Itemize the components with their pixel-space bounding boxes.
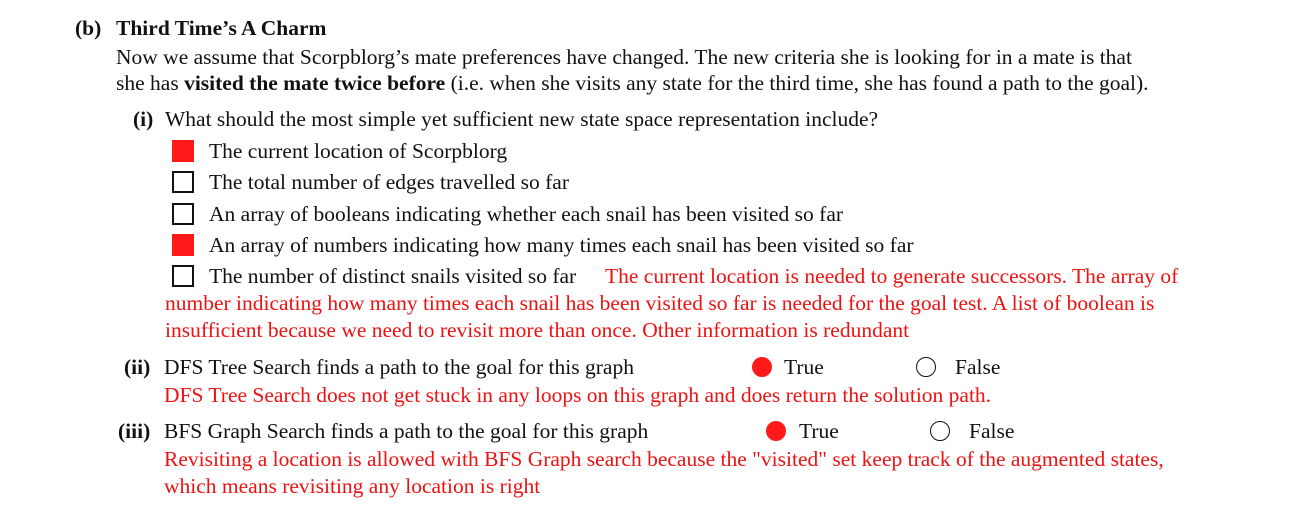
- q1-option-checkbox[interactable]: [172, 171, 194, 193]
- q2-false-radio[interactable]: [916, 357, 936, 377]
- q1-option-label: An array of booleans indicating whether …: [209, 202, 844, 226]
- q2-label: (ii): [124, 355, 151, 379]
- q1-label: (i): [133, 107, 154, 131]
- q1-question: What should the most simple yet sufficie…: [165, 107, 879, 131]
- q1-option-checkbox[interactable]: [172, 234, 194, 256]
- q2-explanation: DFS Tree Search does not get stuck in an…: [164, 383, 992, 407]
- q1-explanation-line-1: The current location is needed to genera…: [605, 264, 1179, 288]
- intro-text-pre: she has: [116, 71, 185, 95]
- q1-option-label: The current location of Scorpblorg: [209, 139, 508, 163]
- q1-option-label: The number of distinct snails visited so…: [209, 264, 577, 288]
- intro-text-post: (i.e. when she visits any state for the …: [445, 71, 1149, 95]
- q2-true-radio[interactable]: [752, 357, 772, 377]
- q3-false-radio[interactable]: [930, 421, 950, 441]
- q1-explanation-line-3: insufficient because we need to revisit …: [165, 318, 910, 342]
- q2-false-label: False: [955, 355, 1001, 379]
- q1-explanation-line-2: number indicating how many times each sn…: [165, 291, 1155, 315]
- q3-explanation-line-1: Revisiting a location is allowed with BF…: [164, 447, 1164, 471]
- part-label: (b): [75, 16, 102, 40]
- intro-emphasis: visited the mate twice before: [184, 71, 446, 95]
- intro-line-2: she has visited the mate twice before (i…: [116, 70, 1149, 97]
- part-title: Third Time’s A Charm: [116, 16, 327, 40]
- intro-line-1: Now we assume that Scorpblorg’s mate pre…: [116, 45, 1132, 69]
- q3-label: (iii): [118, 419, 151, 443]
- q3-true-radio[interactable]: [766, 421, 786, 441]
- q3-question: BFS Graph Search finds a path to the goa…: [164, 419, 649, 443]
- q1-option-label: The total number of edges travelled so f…: [209, 170, 569, 194]
- q1-option-checkbox[interactable]: [172, 203, 194, 225]
- q3-false-label: False: [969, 419, 1015, 443]
- q3-true-label: True: [799, 419, 839, 443]
- q1-option-label: An array of numbers indicating how many …: [209, 233, 914, 257]
- q1-option-checkbox[interactable]: [172, 140, 194, 162]
- q2-true-label: True: [784, 355, 824, 379]
- q3-explanation-line-2: which means revisiting any location is r…: [164, 474, 541, 498]
- q1-option-checkbox[interactable]: [172, 265, 194, 287]
- q2-question: DFS Tree Search finds a path to the goal…: [164, 355, 634, 379]
